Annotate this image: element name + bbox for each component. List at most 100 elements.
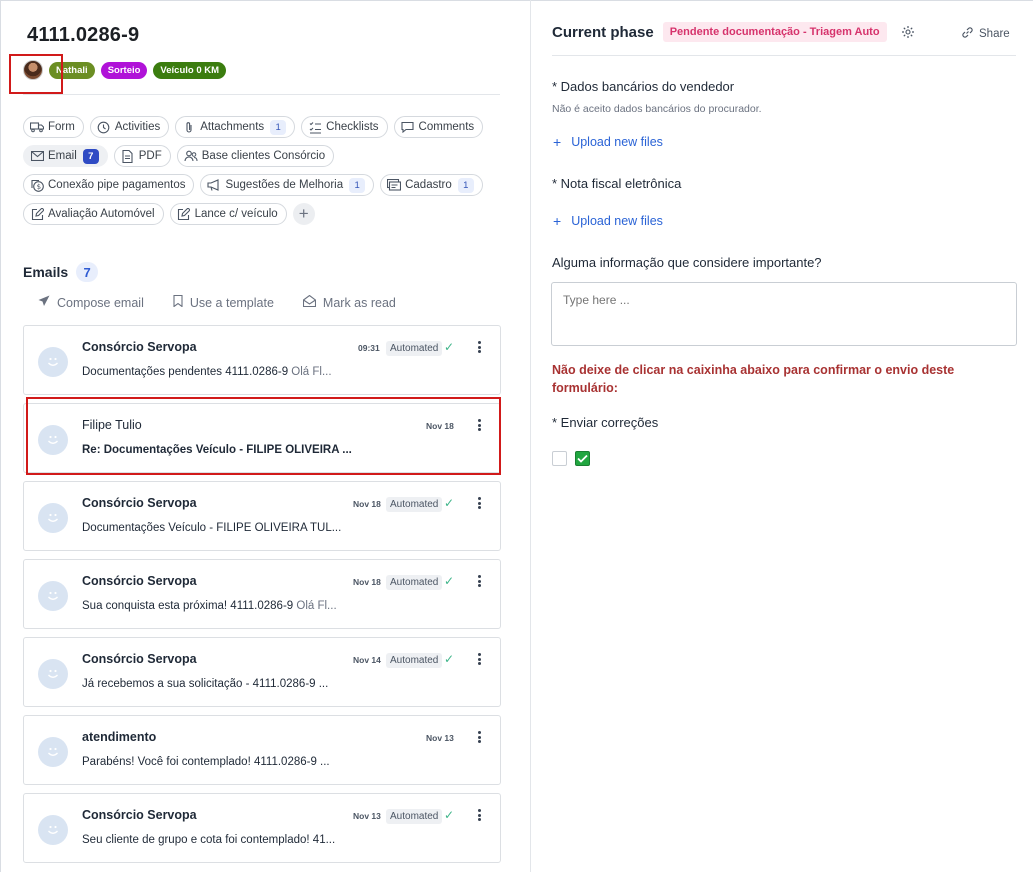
mark-as-read-label: Mark as read — [322, 295, 396, 310]
gear-icon[interactable] — [901, 25, 915, 39]
chip-attachments-label: Attachments — [200, 121, 265, 133]
automated-badge: Automated — [386, 341, 443, 356]
email-avatar — [38, 503, 68, 533]
email-avatar — [38, 347, 68, 377]
email-item[interactable]: Consórcio Servopa Nov 18 Automated ✓ Doc… — [23, 481, 501, 551]
check-icon: ✓ — [444, 808, 455, 822]
chip-pdf[interactable]: PDF — [113, 145, 171, 167]
emails-heading: Emails 7 — [23, 262, 99, 282]
email-preview: Olá Fl... — [293, 600, 337, 612]
bookmark-icon — [173, 294, 183, 310]
chip-row-2: Email 7 PDF Base clientes Consórcio — [23, 145, 503, 167]
chip-cadastro-count: 1 — [457, 177, 474, 193]
chip-comments-label: Comments — [418, 121, 475, 133]
share-button[interactable]: Share — [961, 26, 1010, 42]
chip-conexao-pagamentos[interactable]: $ Conexão pipe pagamentos — [23, 174, 195, 196]
chip-comments[interactable]: Comments — [393, 116, 484, 138]
chip-avaliacao-automovel[interactable]: Avaliação Automóvel — [23, 203, 164, 225]
email-date: Nov 18 — [353, 499, 381, 509]
chip-cadastro[interactable]: Cadastro 1 — [380, 174, 483, 196]
check-icon: ✓ — [444, 574, 455, 588]
chip-attachments-count: 1 — [270, 119, 287, 135]
email-subject-text: Documentações pendentes 4111.0286-9 — [82, 366, 289, 378]
money-icon: $ — [30, 178, 44, 192]
automated-badge: Automated — [386, 497, 443, 512]
envelope-open-icon — [302, 294, 316, 310]
plus-icon: + — [553, 213, 562, 229]
more-options-icon[interactable] — [474, 495, 484, 511]
chip-lance-veiculo[interactable]: Lance c/ veículo — [169, 203, 287, 225]
bank-data-help: Não é aceito dados bancários do procurad… — [552, 103, 762, 115]
share-label: Share — [979, 28, 1010, 40]
mail-icon — [30, 149, 44, 163]
chip-cadastro-label: Cadastro — [405, 179, 452, 191]
email-date: Nov 14 — [353, 655, 381, 665]
important-info-textarea[interactable] — [551, 282, 1017, 346]
upload-bank-files-button[interactable]: + Upload new files — [553, 134, 663, 150]
important-info-label: Alguma informação que considere importan… — [552, 255, 822, 270]
check-icon: ✓ — [444, 340, 455, 354]
users-icon — [184, 149, 198, 163]
check-icon: ✓ — [444, 496, 455, 510]
phase-form-panel: Current phase Pendente documentação - Tr… — [531, 0, 1033, 872]
svg-text:$: $ — [36, 183, 40, 191]
use-template-label: Use a template — [189, 295, 274, 310]
send-icon — [38, 295, 50, 310]
automated-badge: Automated — [386, 809, 443, 824]
upload-invoice-files-button[interactable]: + Upload new files — [553, 213, 663, 229]
more-options-icon[interactable] — [474, 651, 484, 667]
corrections-checkbox-unchecked[interactable] — [552, 451, 567, 466]
chip-activities[interactable]: Activities — [89, 116, 170, 138]
phase-badge[interactable]: Pendente documentação - Triagem Auto — [662, 22, 887, 42]
email-sender: Consórcio Servopa — [82, 652, 197, 666]
highlight-box-avatar — [9, 54, 63, 94]
more-options-icon[interactable] — [474, 729, 484, 745]
email-item[interactable]: atendimento Nov 13 Parabéns! Você foi co… — [23, 715, 501, 785]
chip-email[interactable]: Email 7 — [23, 145, 108, 167]
email-subject: Já recebemos a sua solicitação - 4111.02… — [82, 678, 328, 690]
more-options-icon[interactable] — [474, 339, 484, 355]
email-date: Nov 13 — [353, 811, 381, 821]
chip-checklists[interactable]: Checklists — [301, 116, 388, 138]
mark-as-read-button[interactable]: Mark as read — [302, 294, 396, 310]
chip-conexao-pagamentos-label: Conexão pipe pagamentos — [48, 179, 186, 191]
more-options-icon[interactable] — [474, 573, 484, 589]
email-avatar — [38, 815, 68, 845]
chip-avaliacao-automovel-label: Avaliação Automóvel — [48, 208, 155, 220]
email-subject-text: Sua conquista esta próxima! 4111.0286-9 — [82, 600, 294, 612]
chip-base-clientes[interactable]: Base clientes Consórcio — [176, 145, 335, 167]
compose-email-button[interactable]: Compose email — [38, 295, 144, 310]
corrections-checkbox-checked[interactable] — [575, 451, 590, 466]
check-icon: ✓ — [444, 652, 455, 666]
plus-icon: + — [298, 204, 309, 223]
email-item[interactable]: Consórcio Servopa Nov 14 Automated ✓ Já … — [23, 637, 501, 707]
email-sender: Consórcio Servopa — [82, 808, 197, 822]
megaphone-icon — [207, 178, 221, 192]
email-item[interactable]: Consórcio Servopa Nov 18 Automated ✓ Sua… — [23, 559, 501, 629]
add-section-button[interactable]: + — [292, 203, 315, 225]
email-avatar — [38, 581, 68, 611]
corrections-label: * Enviar correções — [552, 415, 659, 430]
more-options-icon[interactable] — [474, 807, 484, 823]
upload-label: Upload new files — [571, 214, 663, 228]
email-item[interactable]: Consórcio Servopa Nov 13 Automated ✓ Seu… — [23, 793, 501, 863]
use-template-button[interactable]: Use a template — [173, 294, 274, 310]
document-icon — [121, 149, 135, 163]
edit-icon — [30, 207, 44, 221]
email-subject: Documentações Veículo - FILIPE OLIVEIRA … — [82, 522, 341, 534]
chip-form[interactable]: Form — [23, 116, 84, 138]
label-veiculo-0km[interactable]: Veículo 0 KM — [153, 61, 227, 79]
chip-sugestoes-melhoria-label: Sugestões de Melhoria — [225, 179, 344, 191]
emails-count-badge: 7 — [76, 262, 99, 282]
chip-sugestoes-melhoria[interactable]: Sugestões de Melhoria 1 — [200, 174, 375, 196]
email-item[interactable]: Consórcio Servopa 09:31 Automated ✓ Docu… — [23, 325, 501, 395]
email-avatar — [38, 659, 68, 689]
plus-icon: + — [553, 134, 562, 150]
chip-attachments[interactable]: Attachments 1 — [175, 116, 296, 138]
divider — [23, 94, 500, 95]
card-sections-chips: Form Activities Attachments 1 Checklists… — [23, 116, 503, 232]
chip-activities-label: Activities — [114, 121, 161, 133]
chip-row-3: $ Conexão pipe pagamentos Sugestões de M… — [23, 174, 503, 196]
chip-email-label: Email — [48, 150, 77, 162]
label-sorteio[interactable]: Sorteio — [100, 61, 148, 79]
